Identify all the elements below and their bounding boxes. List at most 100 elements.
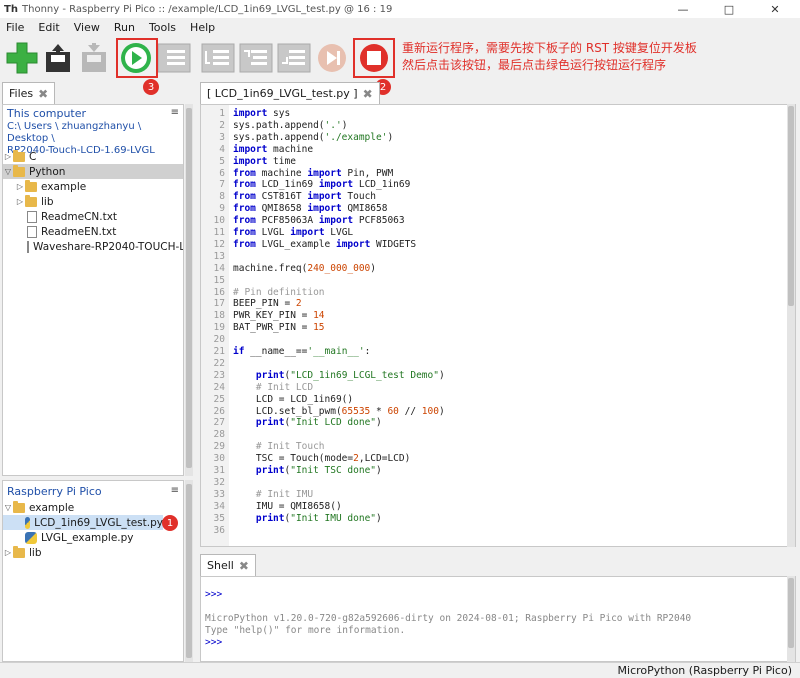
code-line[interactable]: LCD = LCD_1in69() <box>233 394 353 405</box>
pico-scrollbar-thumb[interactable] <box>186 484 192 658</box>
shell-console[interactable]: >>> MicroPython v1.20.0-720-g82a592606-d… <box>200 576 796 662</box>
pico-item-lib[interactable]: ▷ lib <box>3 545 183 560</box>
editor-scrollbar[interactable] <box>787 104 795 547</box>
pico-scrollbar[interactable] <box>185 480 193 662</box>
code-line[interactable]: # Init IMU <box>233 489 313 500</box>
text-file-icon <box>27 210 37 223</box>
expand-arrow-icon[interactable]: ▷ <box>15 197 25 206</box>
resume-button[interactable] <box>314 40 350 76</box>
open-file-button[interactable] <box>40 40 76 76</box>
tree-item-python[interactable]: ▽ Python <box>3 164 183 179</box>
code-line[interactable]: BEEP_PIN = 2 <box>233 298 302 309</box>
hamburger-icon[interactable]: ≡ <box>171 107 179 118</box>
debug-button[interactable] <box>156 40 192 76</box>
code-line[interactable]: TSC = Touch(mode=2,LCD=LCD) <box>233 453 410 464</box>
code-line[interactable]: sys.path.append('.') <box>233 120 347 131</box>
code-line[interactable]: from LVGL_example import WIDGETS <box>233 239 416 250</box>
close-window-button[interactable]: ✕ <box>752 0 798 18</box>
tree-item-lib[interactable]: ▷ lib <box>3 194 183 209</box>
code-line[interactable]: import sys <box>233 108 290 119</box>
code-line[interactable]: sys.path.append('./example') <box>233 132 393 143</box>
minimize-button[interactable]: — <box>660 0 706 18</box>
tree-item-example[interactable]: ▷ example <box>3 179 183 194</box>
step-badge-3: 3 <box>143 79 159 95</box>
stop-annotation-box <box>353 38 395 78</box>
tab-shell[interactable]: Shell ✖ <box>200 554 256 576</box>
code-line[interactable]: print("LCD_1in69_LCGL_test Demo") <box>233 370 445 381</box>
tree-item-readmecn[interactable]: ReadmeCN.txt <box>3 209 183 224</box>
line-number: 36 <box>213 524 225 536</box>
tree-item-c[interactable]: ▷ C <box>3 149 183 164</box>
tab-editor[interactable]: [ LCD_1in69_LVGL_test.py ] ✖ <box>200 82 380 104</box>
tree-item-waveshare[interactable]: Waveshare-RP2040-TOUCH-LC <box>3 239 183 254</box>
code-line[interactable]: print("Init LCD done") <box>233 417 382 428</box>
expand-arrow-icon[interactable]: ▷ <box>3 152 13 161</box>
tree-item-label: C <box>29 150 37 163</box>
step-over-button[interactable] <box>200 40 236 76</box>
step-into-button[interactable] <box>238 40 274 76</box>
expand-arrow-icon[interactable]: ▷ <box>15 182 25 191</box>
tab-editor-label: [ LCD_1in69_LVGL_test.py ] <box>207 87 358 100</box>
new-file-button[interactable] <box>4 40 40 76</box>
collapse-arrow-icon[interactable]: ▽ <box>3 167 13 176</box>
menu-help[interactable]: Help <box>190 21 215 34</box>
files-scrollbar-thumb[interactable] <box>186 108 192 468</box>
title-bar: Th Thonny - Raspberry Pi Pico :: /exampl… <box>0 0 800 18</box>
step-out-button[interactable] <box>276 40 312 76</box>
code-editor[interactable]: 1 2 3 4 5 6 7 8 9 10 11 12 13 14 15 16 17 18 19 20 21 22 23 24 2… <box>200 104 796 547</box>
code-line[interactable]: from QMI8658 import QMI8658 <box>233 203 387 214</box>
code-line[interactable]: from machine import Pin, PWM <box>233 168 393 179</box>
menu-run[interactable]: Run <box>114 21 135 34</box>
menu-edit[interactable]: Edit <box>38 21 59 34</box>
python-file-icon <box>25 516 31 529</box>
code-line[interactable]: if __name__=='__main__': <box>233 346 370 357</box>
files-scrollbar[interactable] <box>185 104 193 476</box>
close-icon[interactable]: ✖ <box>239 559 249 573</box>
save-file-button[interactable] <box>76 40 112 76</box>
code-line[interactable]: PWR_KEY_PIN = 14 <box>233 310 325 321</box>
code-line[interactable]: print("Init IMU done") <box>233 513 382 524</box>
code-line[interactable]: # Pin definition <box>233 287 325 298</box>
code-line[interactable]: LCD.set_bl_pwm(65535 * 60 // 100) <box>233 406 445 417</box>
tree-item-readmeen[interactable]: ReadmeEN.txt <box>3 224 183 239</box>
collapse-arrow-icon[interactable]: ▽ <box>3 503 13 512</box>
editor-scrollbar-thumb[interactable] <box>788 106 794 306</box>
expand-arrow-icon[interactable]: ▷ <box>3 548 13 557</box>
code-line[interactable]: from PCF85063A import PCF85063 <box>233 215 405 226</box>
path-line-1[interactable]: C:\ Users \ zhuangzhanyu \ Desktop \ <box>3 121 183 145</box>
code-line[interactable]: from LVGL import LVGL <box>233 227 353 238</box>
shell-scrollbar[interactable] <box>787 576 795 662</box>
code-line[interactable]: import time <box>233 156 296 167</box>
close-icon[interactable]: ✖ <box>38 87 48 101</box>
this-computer-header: This computer ≡ <box>3 107 183 121</box>
code-line[interactable]: # Init Touch <box>233 441 325 452</box>
code-line[interactable]: from LCD_1in69 import LCD_1in69 <box>233 179 410 190</box>
pico-item-lvgl-example[interactable]: LVGL_example.py <box>3 530 183 545</box>
interpreter-status[interactable]: MicroPython (Raspberry Pi Pico) <box>618 664 792 677</box>
code-line[interactable]: IMU = QMI8658() <box>233 501 342 512</box>
line-number: 20 <box>213 334 225 346</box>
tab-files[interactable]: Files ✖ <box>2 82 56 104</box>
thonny-app-icon: Th <box>4 3 18 15</box>
code-line[interactable]: machine.freq(240_000_000) <box>233 263 376 274</box>
close-icon[interactable]: ✖ <box>363 87 373 101</box>
code-line[interactable]: import machine <box>233 144 313 155</box>
menu-tools[interactable]: Tools <box>149 21 176 34</box>
line-number: 12 <box>213 238 225 250</box>
tree-item-label: Waveshare-RP2040-TOUCH-LC <box>33 240 183 253</box>
maximize-button[interactable]: □ <box>706 0 752 18</box>
code-line[interactable]: BAT_PWR_PIN = 15 <box>233 322 325 333</box>
code-line[interactable]: # Init LCD <box>233 382 313 393</box>
code-line[interactable]: from CST816T import Touch <box>233 191 376 202</box>
shell-scrollbar-thumb[interactable] <box>788 578 794 648</box>
floppy-save-icon <box>82 43 106 72</box>
shell-banner-line-1: MicroPython v1.20.0-720-g82a592606-dirty… <box>205 613 692 624</box>
step-out-icon <box>277 43 311 73</box>
pico-item-example[interactable]: ▽ example <box>3 500 183 515</box>
menu-view[interactable]: View <box>74 21 100 34</box>
menu-file[interactable]: File <box>6 21 24 34</box>
pico-item-lcd-test[interactable]: LCD_1in69_LVGL_test.py <box>3 515 163 530</box>
this-computer-label: This computer <box>7 107 87 120</box>
hamburger-icon[interactable]: ≡ <box>171 485 179 496</box>
code-line[interactable]: print("Init TSC done") <box>233 465 382 476</box>
